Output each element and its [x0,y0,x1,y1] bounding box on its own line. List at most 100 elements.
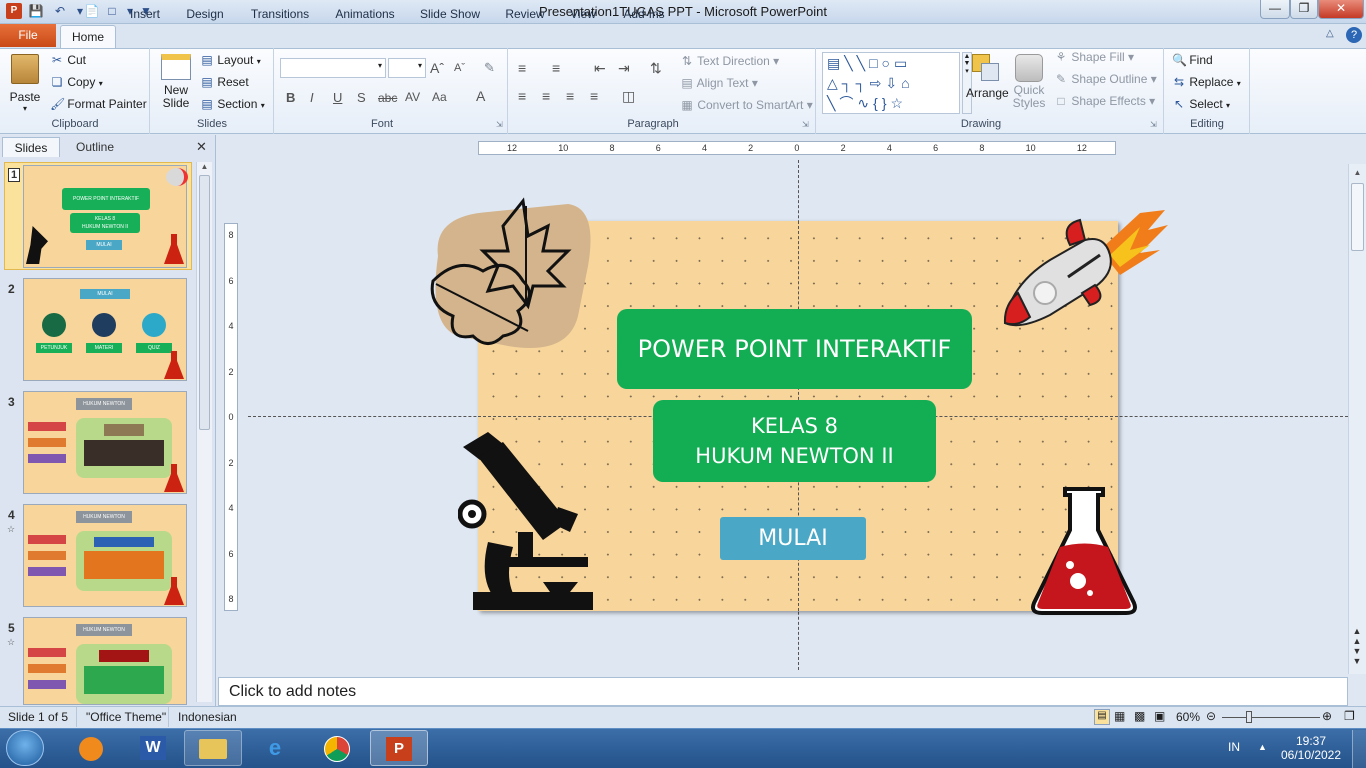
align-text-button[interactable]: ▤ Align Text ▾ [680,76,758,90]
find-button[interactable]: 🔍 Find [1172,50,1213,70]
select-button[interactable]: ↖ Select ▾ [1172,94,1230,114]
new-slide-button[interactable]: New Slide [156,52,196,116]
slide-thumb-2[interactable]: MULAI PETUNJUK MATERI QUIZ [23,278,187,381]
leaves-icon[interactable] [428,196,594,356]
zoom-out-icon[interactable]: ⊝ [1206,709,1216,723]
notes-pane[interactable]: Click to add notes [218,677,1348,706]
collapse-ribbon-icon[interactable]: △ [1326,28,1340,42]
close-button[interactable]: ✕ [1318,0,1364,19]
zoom-slider[interactable] [1222,717,1320,718]
show-desktop-button[interactable] [1352,730,1366,768]
tab-outline[interactable]: Outline [64,137,126,157]
flask-icon[interactable] [1030,485,1138,617]
tab-add-ins[interactable]: Add-Ins [616,4,672,24]
text-direction-button[interactable]: ⇅ Text Direction ▾ [680,54,779,68]
columns-icon[interactable]: ◫ [622,88,635,105]
format-painter-button[interactable]: 🖌 Format Painter [50,94,147,114]
cut-button[interactable]: ✂ Cut [50,50,86,70]
tab-review[interactable]: Review [500,4,550,24]
minimize-button[interactable]: — [1260,0,1290,19]
tab-design[interactable]: Design [180,4,230,24]
reset-button[interactable]: ▤ Reset [200,72,248,92]
slide-thumb-4[interactable]: HUKUM NEWTON [23,504,187,607]
zoom-slider-thumb[interactable] [1246,711,1252,723]
slide-thumb-5[interactable]: HUKUM NEWTON [23,617,187,705]
drawing-dialog-launcher-icon[interactable]: ⇲ [1150,120,1157,129]
slide-sorter-icon[interactable]: ▦ [1114,709,1125,723]
justify-icon[interactable]: ≡ [590,88,598,104]
tab-insert[interactable]: Insert [122,4,168,24]
reading-view-icon[interactable]: ▩ [1134,709,1145,723]
fit-to-window-icon[interactable]: ❐ [1344,709,1355,723]
font-size-select[interactable]: ▾ [388,58,426,78]
section-button[interactable]: ▤ Section ▾ [200,94,264,114]
shape-effects-button[interactable]: □ Shape Effects ▾ [1054,94,1155,108]
decrease-indent-icon[interactable]: ⇤ [594,60,606,77]
tab-view[interactable]: View [562,4,604,24]
panel-scroll-up-icon[interactable]: ▲ [197,162,212,171]
change-case-icon[interactable]: Aa [432,90,447,104]
slide-thumb-1[interactable]: POWER POINT INTERAKTIF KELAS 8 HUKUM NEWT… [23,165,188,268]
mulai-button[interactable]: MULAI [720,517,866,560]
align-right-icon[interactable]: ≡ [566,88,574,104]
grow-font-icon[interactable]: Aˆ [430,60,444,76]
tab-slide-show[interactable]: Slide Show [414,4,486,24]
character-spacing-icon[interactable]: AV [405,90,420,104]
taskbar-ie[interactable]: e [246,730,304,766]
underline-button[interactable]: U [333,90,342,105]
replace-button[interactable]: ⇆ Replace ▾ [1172,72,1241,92]
italic-button[interactable]: I [310,90,314,105]
shape-fill-button[interactable]: ⚘ Shape Fill ▾ [1054,50,1134,64]
taskbar-powerpoint[interactable]: P [370,730,428,766]
tab-transitions[interactable]: Transitions [244,4,316,24]
font-dialog-launcher-icon[interactable]: ⇲ [496,120,503,129]
tab-animations[interactable]: Animations [330,4,400,24]
line-spacing-icon[interactable]: ⇅ [650,60,662,77]
slide-title-box[interactable]: POWER POINT INTERAKTIF [617,309,972,389]
bold-button[interactable]: B [286,90,295,105]
quick-styles-button[interactable]: Quick Styles [1008,52,1050,116]
shrink-font-icon[interactable]: Aˇ [454,62,465,74]
arrange-button[interactable]: Arrange [966,52,1009,116]
horizontal-ruler[interactable]: 12 10 8 6 4 2 0 2 4 6 8 10 12 [478,141,1116,155]
prev-next-slide-icons[interactable]: ▲ ▲ ▼ ▼ [1350,626,1364,666]
strikethrough-button[interactable]: abc [378,91,397,105]
input-language[interactable]: IN [1228,740,1240,754]
clear-formatting-icon[interactable]: ✎ [484,60,495,76]
shapes-gallery[interactable]: ▤╲╲□○▭ △┐┐⇨⇩⌂ ╲⌒∿{}☆ [822,52,960,114]
tray-expand-icon[interactable]: ▲ [1258,742,1267,752]
slide-thumb-3[interactable]: HUKUM NEWTON [23,391,187,494]
copy-button[interactable]: ❏ Copy ▾ [50,72,103,92]
font-name-select[interactable]: ▾ [280,58,386,78]
shadow-button[interactable]: S [357,90,366,105]
theme-name[interactable]: "Office Theme" [86,710,166,724]
taskbar-media-player[interactable] [62,730,120,766]
editor-scrollbar[interactable]: ▲ [1348,164,1366,674]
align-center-icon[interactable]: ≡ [542,88,550,104]
start-button[interactable] [6,730,44,766]
taskbar-explorer[interactable] [184,730,242,766]
help-icon[interactable]: ? [1346,27,1362,43]
shape-outline-button[interactable]: ✎ Shape Outline ▾ [1054,72,1157,86]
tab-slides[interactable]: Slides [2,137,60,157]
tab-home[interactable]: Home [60,25,116,49]
panel-scrollbar[interactable]: ▲ [196,162,212,702]
panel-scroll-thumb[interactable] [199,175,210,430]
paste-button[interactable]: Paste ▾ [8,52,42,116]
tab-file[interactable]: File [0,24,56,47]
increase-indent-icon[interactable]: ⇥ [618,60,630,77]
numbering-icon[interactable]: ≡ [552,60,560,76]
scroll-up-icon[interactable]: ▲ [1349,168,1366,177]
clock[interactable]: 19:37 06/10/2022 [1274,734,1348,762]
slideshow-icon[interactable]: ▣ [1154,709,1165,723]
microscope-icon[interactable] [458,432,598,612]
language[interactable]: Indonesian [178,710,237,724]
close-panel-icon[interactable]: ✕ [196,139,207,155]
zoom-in-icon[interactable]: ⊕ [1322,709,1332,723]
font-color-icon[interactable]: A [476,88,485,104]
normal-view-icon[interactable]: ▤ [1094,709,1110,725]
paragraph-dialog-launcher-icon[interactable]: ⇲ [802,120,809,129]
vertical-ruler[interactable]: 8 6 4 2 0 2 4 6 8 [224,223,238,611]
smartart-button[interactable]: ▦ Convert to SmartArt ▾ [680,98,812,112]
layout-button[interactable]: ▤ Layout ▾ [200,50,260,70]
